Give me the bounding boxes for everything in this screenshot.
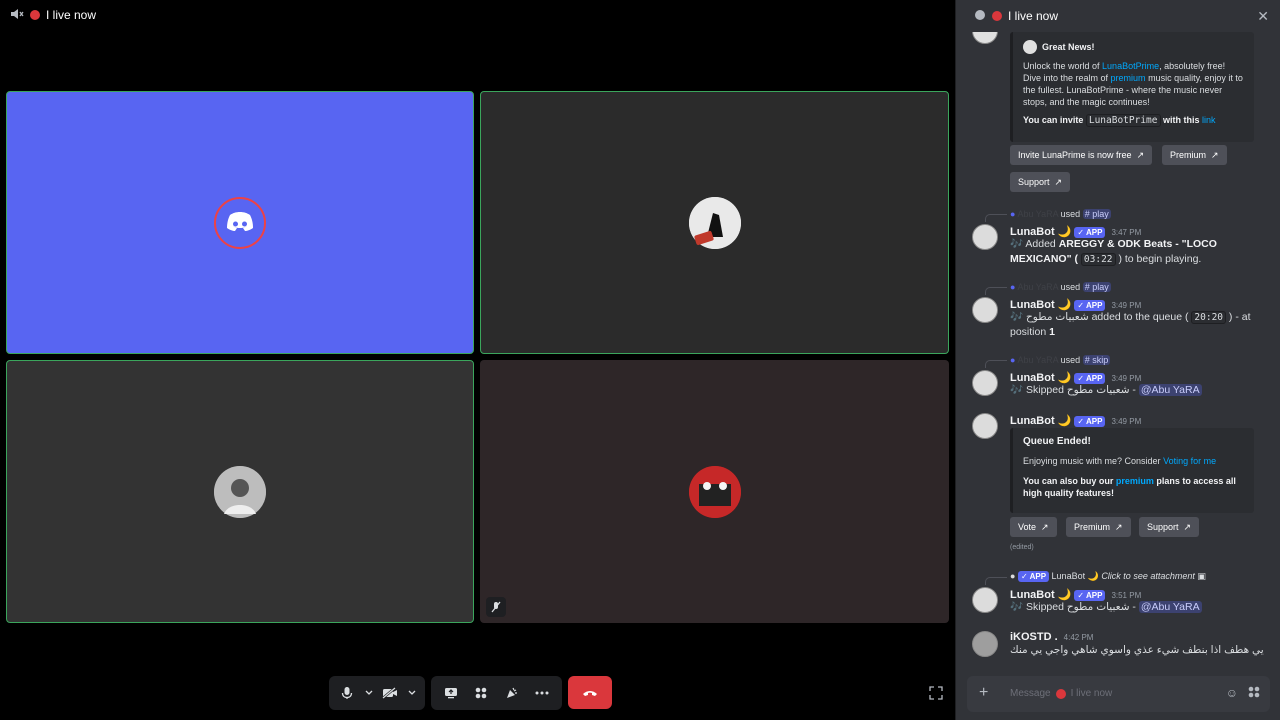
fullscreen-icon[interactable]: [929, 686, 943, 700]
support-button[interactable]: Support ↗: [1010, 172, 1071, 192]
avatar[interactable]: [972, 587, 998, 613]
avatar[interactable]: [972, 297, 998, 323]
discord-icon: ●: [1010, 355, 1016, 365]
embed-premium-line: You can also buy our premium plans to ac…: [1023, 476, 1236, 498]
embed-description: Unlock the world of LunaBotPrime, absolu…: [1023, 61, 1243, 107]
message-author[interactable]: LunaBot 🌙 ✓ APP 3:49 PM: [1010, 414, 1141, 427]
discord-icon: ●: [1010, 282, 1016, 292]
call-controls-left: [329, 676, 425, 710]
external-link-icon: ↗: [1136, 149, 1145, 160]
channel-emoji-icon: [30, 10, 40, 20]
reply-connector: [985, 287, 1007, 295]
video-tile-user-3[interactable]: [6, 360, 474, 623]
link[interactable]: premium: [1111, 73, 1146, 83]
video-stage: I live now: [0, 0, 955, 720]
reply-preview[interactable]: ● Abu YaRA used # skip: [1010, 355, 1111, 365]
emoji-icon[interactable]: ☺: [1226, 686, 1238, 700]
embed-queue-ended: Queue Ended! Enjoying music with me? Con…: [1010, 428, 1254, 513]
chat-title: I live now: [1008, 9, 1059, 23]
muted-icon: [486, 597, 506, 617]
discord-icon: ●: [1010, 209, 1016, 219]
message-content: 🎶 Skipped شعبيات مطوح - @Abu YaRA: [1010, 384, 1202, 396]
channel-emoji-icon: [1055, 688, 1066, 699]
embed-invite-line: You can invite LunaBotPrime with this li…: [1023, 114, 1216, 127]
text-chat-panel: I live now ✕ Great News! Unlock the worl…: [955, 0, 1280, 720]
channel-emoji-icon: [992, 11, 1002, 21]
bot-logo-icon: [1023, 40, 1037, 54]
activities-button[interactable]: [469, 680, 493, 706]
soundboard-button[interactable]: [500, 680, 524, 706]
thread-icon: [974, 9, 986, 24]
avatar[interactable]: [972, 370, 998, 396]
reply-connector: [985, 360, 1007, 368]
message-content: 🎶 Skipped شعبيات مطوح - @Abu YaRA: [1010, 601, 1202, 613]
screenshare-button[interactable]: [439, 680, 463, 706]
edited-label: (edited): [1010, 544, 1034, 551]
avatar[interactable]: [972, 224, 998, 250]
close-icon[interactable]: ✕: [1257, 8, 1269, 25]
embed-title: Great News!: [1042, 42, 1095, 52]
user-avatar: [688, 196, 741, 249]
reply-preview[interactable]: ● Abu YaRA used # play: [1010, 282, 1111, 292]
premium-button[interactable]: Premium ↗: [1162, 145, 1227, 165]
invite-button[interactable]: Invite LunaPrime is now free ↗: [1010, 145, 1153, 165]
embed-title: Queue Ended!: [1023, 436, 1091, 447]
more-button[interactable]: [530, 680, 554, 706]
chevron-down-icon[interactable]: [407, 680, 417, 706]
link[interactable]: LunaBotPrime: [1102, 61, 1159, 71]
message-content: 🎶 شعبيات مطوح added to the queue ( 20:20…: [1010, 311, 1251, 338]
call-controls-right: [431, 676, 562, 710]
external-link-icon: ↗: [1054, 176, 1063, 187]
user-mention[interactable]: @Abu YaRA: [1138, 601, 1202, 613]
speaker-icon[interactable]: [10, 8, 24, 23]
microphone-button[interactable]: [337, 680, 358, 706]
external-link-icon: ↗: [1211, 149, 1219, 160]
external-link-icon: ↗: [1183, 521, 1192, 532]
embed-great-news: Great News! Unlock the world of LunaBotP…: [1010, 32, 1254, 142]
video-tile-bot[interactable]: [6, 91, 474, 354]
apps-icon[interactable]: [1248, 686, 1260, 701]
stage-title: I live now: [46, 8, 97, 22]
discord-logo-avatar: [214, 196, 266, 249]
support-button[interactable]: Support ↗: [1139, 517, 1200, 537]
premium-button[interactable]: Premium ↗: [1066, 517, 1131, 537]
message-composer[interactable]: + Message I live now ☺: [967, 676, 1270, 712]
image-icon: ▣: [1197, 571, 1206, 581]
message-content: 🎶 Added AREGGY & ODK Beats - "LOCO MEXIC…: [1010, 238, 1217, 266]
reply-connector: [985, 577, 1007, 585]
avatar[interactable]: [972, 413, 998, 439]
external-link-icon: ↗: [1115, 521, 1123, 532]
message-input-placeholder[interactable]: Message I live now: [1010, 688, 1112, 699]
chat-header: I live now ✕: [956, 0, 1280, 32]
chevron-down-icon[interactable]: [364, 680, 374, 706]
reply-preview[interactable]: ● Abu YaRA used # play: [1010, 209, 1111, 219]
external-link-icon: ↗: [1041, 521, 1049, 532]
stage-topbar: I live now: [10, 8, 96, 22]
user-mention[interactable]: @Abu YaRA: [1138, 384, 1202, 396]
video-tile-user-4[interactable]: [480, 360, 949, 623]
vote-link[interactable]: Voting for me: [1163, 456, 1216, 466]
user-avatar: [214, 465, 266, 518]
video-tile-user-2[interactable]: [480, 91, 949, 354]
bot-avatar-icon: ●: [1010, 571, 1016, 581]
plus-icon[interactable]: +: [979, 684, 988, 702]
message-content: يي هطف اذا بنطف شيء عذي واسوي شاهي واجي …: [1010, 644, 1264, 656]
embed-description: Enjoying music with me? Consider Voting …: [1023, 456, 1217, 466]
invite-link[interactable]: link: [1202, 115, 1216, 125]
vote-button[interactable]: Vote ↗: [1010, 517, 1057, 537]
reply-connector: [985, 214, 1007, 222]
avatar[interactable]: [972, 631, 998, 657]
premium-link[interactable]: premium: [1116, 476, 1154, 486]
camera-off-button[interactable]: [380, 680, 401, 706]
reply-preview[interactable]: ● ✓ APP LunaBot 🌙 Click to see attachmen…: [1010, 571, 1206, 583]
user-avatar: [688, 465, 741, 518]
hangup-button[interactable]: [568, 676, 612, 709]
message-author[interactable]: iKOSTD . 4:42 PM: [1010, 631, 1093, 643]
